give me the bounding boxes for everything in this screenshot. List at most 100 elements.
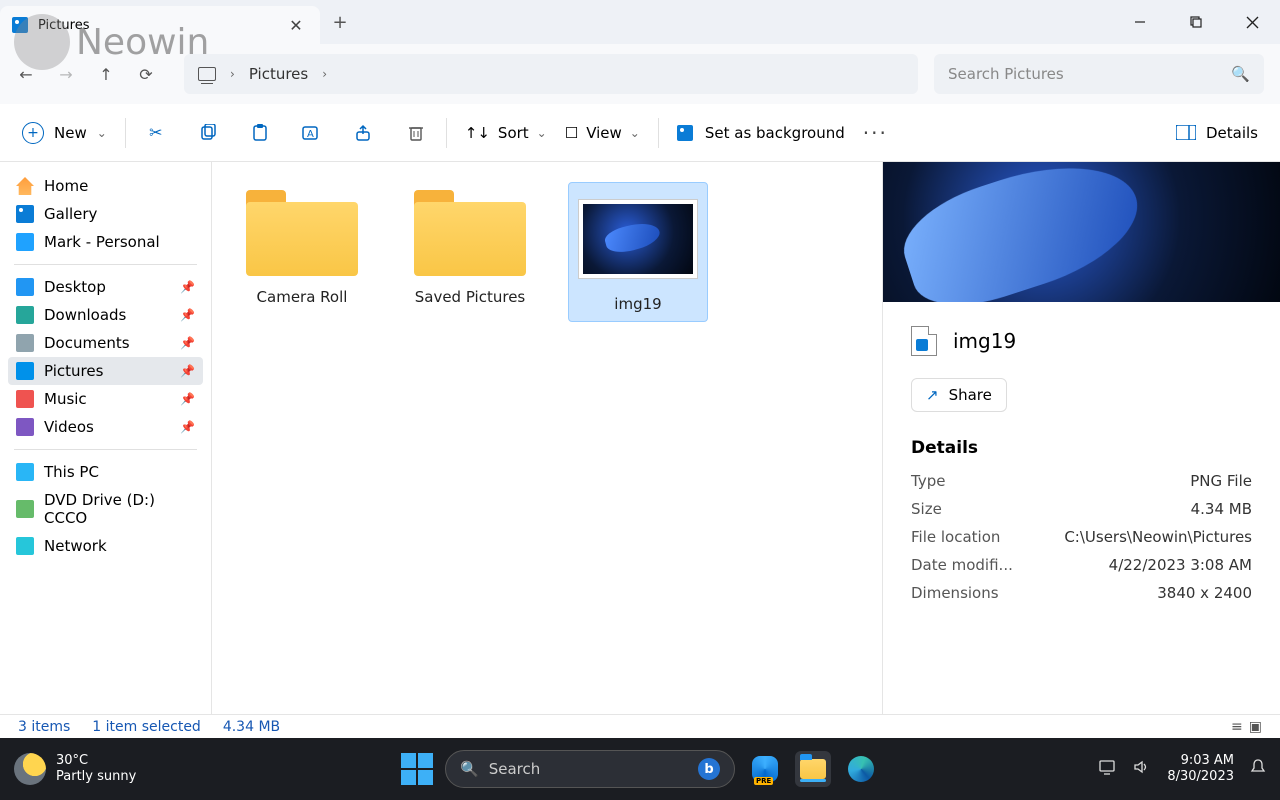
preview-image [883,162,1280,302]
weather-desc: Partly sunny [56,769,136,785]
weather-widget[interactable]: 30°C Partly sunny [14,753,136,785]
chevron-right-icon[interactable]: › [322,67,327,81]
pictures-icon [12,17,28,33]
copy-button[interactable] [196,121,220,145]
back-button[interactable]: ← [16,64,36,84]
sidebar-item-network[interactable]: Network [8,532,203,560]
search-placeholder: Search Pictures [948,65,1064,83]
file-name: img19 [953,329,1016,353]
clock[interactable]: 9:03 AM 8/30/2023 [1167,753,1234,784]
list-view-icon[interactable]: ≡ [1231,719,1243,735]
close-tab-icon[interactable]: ✕ [284,13,308,37]
sidebar-item-pictures[interactable]: Pictures📌 [8,357,203,385]
sidebar-item-dvd[interactable]: DVD Drive (D:) CCCO [8,486,203,532]
new-button[interactable]: + New ⌄ [22,122,107,144]
pc-icon [198,67,216,81]
copilot-button[interactable] [747,751,783,787]
sidebar-item-videos[interactable]: Videos📌 [8,413,203,441]
file-type-icon [911,326,937,356]
documents-icon [16,334,34,352]
folder-icon [246,190,358,276]
pin-icon: 📌 [180,336,195,350]
start-button[interactable] [401,753,433,785]
new-tab-button[interactable]: + [320,12,360,33]
chevron-down-icon: ⌄ [630,126,640,140]
delete-button[interactable] [404,121,428,145]
sidebar-item-gallery[interactable]: Gallery [8,200,203,228]
taskbar-search[interactable]: 🔍 Search b [445,750,735,788]
chevron-down-icon: ⌄ [537,126,547,140]
pin-icon: 📌 [180,308,195,322]
pin-icon: 📌 [180,392,195,406]
pin-icon: 📌 [180,420,195,434]
breadcrumb-current[interactable]: Pictures [249,65,308,83]
edge-button[interactable] [843,751,879,787]
share-button[interactable]: ↗ Share [911,378,1007,412]
prop-modified: Date modifi...4/22/2023 3:08 AM [911,556,1252,574]
more-button[interactable]: ··· [863,121,888,145]
picture-icon [677,125,693,141]
maximize-button[interactable] [1168,0,1224,44]
network-icon [16,537,34,555]
file-img19[interactable]: img19 [568,182,708,322]
grid-view-icon[interactable]: ▣ [1249,719,1262,735]
explorer-button[interactable] [795,751,831,787]
sidebar-item-onedrive[interactable]: Mark - Personal [8,228,203,256]
download-icon [16,306,34,324]
view-button[interactable]: ☐ View ⌄ [565,124,640,142]
search-icon: 🔍 [460,760,479,778]
set-background-button[interactable]: Set as background [677,124,845,142]
details-toggle-button[interactable]: Details [1176,124,1258,142]
cut-button[interactable]: ✂ [144,121,168,145]
bing-icon: b [698,758,720,780]
plus-icon: + [22,122,44,144]
prop-type: TypePNG File [911,472,1252,490]
folder-saved-pictures[interactable]: Saved Pictures [400,182,540,314]
sort-button[interactable]: ↑↓ Sort ⌄ [465,124,547,142]
chevron-right-icon: › [230,67,235,81]
window-tab[interactable]: Pictures ✕ [0,6,320,44]
tab-title: Pictures [38,18,274,33]
music-icon [16,390,34,408]
forward-button[interactable]: → [56,64,76,84]
sidebar-item-this-pc[interactable]: This PC [8,458,203,486]
sidebar-item-documents[interactable]: Documents📌 [8,329,203,357]
sidebar-item-downloads[interactable]: Downloads📌 [8,301,203,329]
minimize-button[interactable] [1112,0,1168,44]
content-area[interactable]: Camera Roll Saved Pictures img19 [212,162,882,714]
up-button[interactable]: ↑ [96,64,116,84]
search-input[interactable]: Search Pictures 🔍 [934,54,1264,94]
cloud-icon [16,233,34,251]
paste-button[interactable] [248,121,272,145]
view-icon: ☐ [565,124,578,142]
prop-size: Size4.34 MB [911,500,1252,518]
status-size: 4.34 MB [223,719,280,735]
refresh-button[interactable]: ⟳ [136,64,156,84]
close-window-button[interactable] [1224,0,1280,44]
status-bar: 3 items 1 item selected 4.34 MB ≡ ▣ [0,714,1280,738]
sort-icon: ↑↓ [465,124,490,142]
status-count: 3 items [18,719,70,735]
share-button[interactable] [352,121,376,145]
weather-temp: 30°C [56,753,136,769]
folder-camera-roll[interactable]: Camera Roll [232,182,372,314]
sidebar-item-home[interactable]: Home [8,172,203,200]
sidebar-item-desktop[interactable]: Desktop📌 [8,273,203,301]
volume-tray-icon[interactable] [1133,759,1151,779]
status-selected: 1 item selected [92,719,201,735]
svg-text:A: A [307,129,314,140]
pictures-icon [16,362,34,380]
details-pane: img19 ↗ Share Details TypePNG File Size4… [882,162,1280,714]
notifications-icon[interactable] [1250,758,1266,780]
sidebar: Home Gallery Mark - Personal Desktop📌 Do… [0,162,212,714]
toolbar: + New ⌄ ✂ A ↑↓ Sort ⌄ ☐ View ⌄ Set as ba… [0,104,1280,162]
rename-button[interactable]: A [300,121,324,145]
network-tray-icon[interactable] [1099,759,1117,779]
prop-location: File locationC:\Users\Neowin\Pictures [911,528,1252,546]
sidebar-item-music[interactable]: Music📌 [8,385,203,413]
breadcrumb[interactable]: › Pictures › [184,54,918,94]
home-icon [16,177,34,195]
thumbnail [578,199,698,279]
prop-dimensions: Dimensions3840 x 2400 [911,584,1252,602]
pin-icon: 📌 [180,280,195,294]
